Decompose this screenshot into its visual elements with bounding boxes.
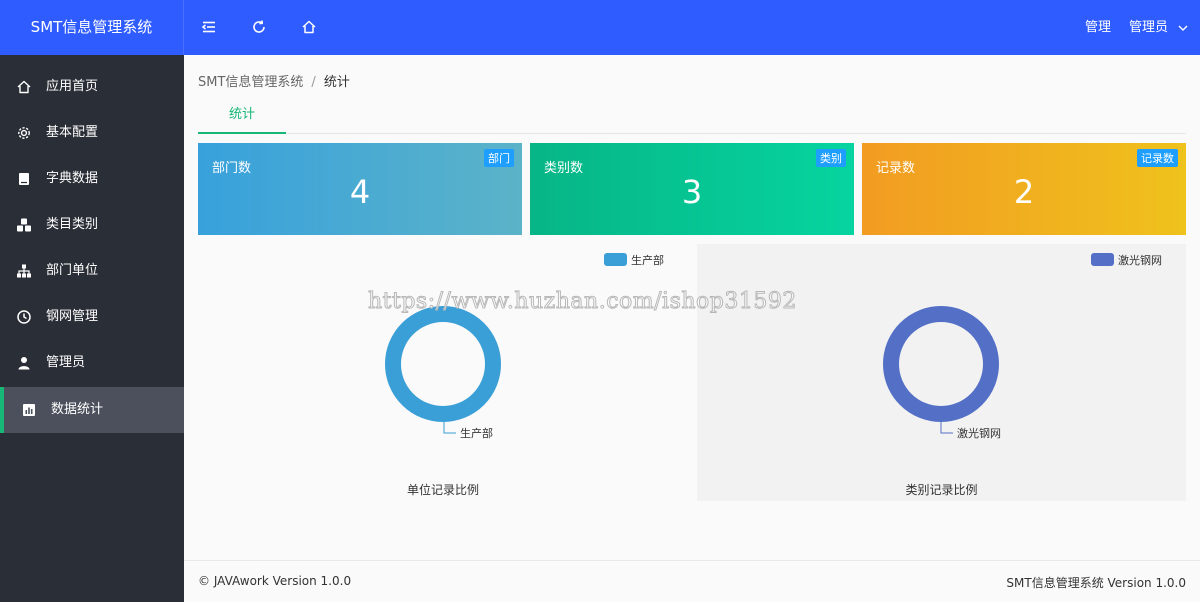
sidebar-item-label: 字典数据 (46, 171, 99, 186)
sidebar-item-dictionary[interactable]: 字典数据 (0, 156, 184, 202)
user-icon (18, 357, 30, 370)
footer: © JAVAwork Version 1.0.0 SMT信息管理系统 Versi… (184, 560, 1200, 602)
breadcrumb-current: 统计 (323, 75, 350, 90)
clock-icon (17, 310, 31, 324)
slice-label: 生产部 (460, 426, 493, 440)
sidebar-item-stencil[interactable]: 钢网管理 (0, 294, 184, 340)
stat-card-records: 记录数 记录数 2 (862, 143, 1186, 235)
footer-copyright: © JAVAwork Version 1.0.0 (198, 574, 352, 588)
user-menu[interactable]: 管理员 (1129, 0, 1188, 55)
user-name: 管理员 (1129, 20, 1169, 35)
donut-slice[interactable] (385, 306, 501, 422)
stat-card-value: 2 (1013, 173, 1035, 211)
footer-version: SMT信息管理系统 Version 1.0.0 (1006, 576, 1186, 590)
app-logo-title[interactable]: SMT信息管理系统 (0, 0, 184, 55)
menu-collapse-icon[interactable] (201, 19, 217, 35)
sidebar-item-label: 数据统计 (51, 402, 104, 417)
active-indicator (0, 387, 4, 433)
sidebar-item-label: 管理员 (46, 355, 86, 370)
tab-bar: 统计 (198, 99, 1186, 134)
sidebar-item-label: 类目类别 (46, 217, 99, 232)
breadcrumb-separator: / (311, 75, 316, 90)
stat-card-badge: 记录数 (1137, 149, 1178, 167)
sidebar-item-label: 应用首页 (46, 79, 99, 94)
stat-card-badge: 类别 (816, 149, 846, 167)
stat-card-badge: 部门 (484, 149, 514, 167)
cubes-icon (17, 218, 31, 232)
breadcrumb: SMT信息管理系统 / 统计 (198, 71, 350, 90)
breadcrumb-root[interactable]: SMT信息管理系统 (198, 75, 303, 90)
sidebar-item-admin[interactable]: 管理员 (0, 340, 184, 386)
sidebar-item-label: 部门单位 (46, 263, 99, 278)
donut-slice[interactable] (883, 306, 999, 422)
label-leader-line (443, 422, 456, 434)
donut-chart-svg: 激光钢网激光钢网 (883, 253, 1162, 440)
stat-card-value: 3 (681, 173, 703, 211)
refresh-icon[interactable] (251, 19, 267, 35)
book-icon (19, 173, 29, 185)
stat-card-value: 4 (349, 173, 371, 211)
sidebar-item-label: 基本配置 (46, 125, 99, 140)
bar-chart-icon (23, 404, 35, 416)
tab-statistics[interactable]: 统计 (198, 99, 286, 134)
top-header: SMT信息管理系统 管理 管理员 (0, 0, 1200, 55)
chevron-down-icon (1178, 25, 1188, 31)
category-record-donut-chart: 激光钢网 激光钢网 类别记录比例 (697, 244, 1186, 501)
home-icon (17, 80, 31, 94)
sidebar-item-label: 钢网管理 (46, 309, 99, 324)
sidebar: 应用首页 基本配置 字典数据 类目类别 部门单位 钢网管理 管理员 数据统计 (0, 55, 184, 602)
department-record-donut-chart: 生产部 生产部 单位记录比例 (198, 244, 688, 501)
legend-swatch[interactable] (604, 253, 627, 266)
legend-label[interactable]: 生产部 (631, 253, 664, 267)
slice-label: 激光钢网 (957, 426, 1001, 440)
stat-card-categories: 类别数 类别 3 (530, 143, 854, 235)
chart-title: 类别记录比例 (905, 483, 978, 497)
stat-card-departments: 部门数 部门 4 (198, 143, 522, 235)
legend-swatch[interactable] (1091, 253, 1114, 266)
sidebar-item-department[interactable]: 部门单位 (0, 248, 184, 294)
label-leader-line (940, 422, 953, 434)
legend-label[interactable]: 激光钢网 (1118, 253, 1162, 267)
org-chart-icon (17, 264, 31, 278)
home-icon[interactable] (301, 19, 317, 35)
manage-link[interactable]: 管理 (1085, 0, 1111, 55)
main-content: SMT信息管理系统 / 统计 统计 部门数 部门 4 类别数 类别 3 记录数 记录… (184, 55, 1200, 560)
sidebar-item-home[interactable]: 应用首页 (0, 64, 184, 110)
chart-title: 单位记录比例 (406, 483, 479, 497)
sidebar-item-statistics[interactable]: 数据统计 (0, 387, 184, 433)
donut-chart-svg: 生产部生产部 (385, 253, 664, 440)
sidebar-item-config[interactable]: 基本配置 (0, 110, 184, 156)
gear-icon (18, 127, 30, 139)
sidebar-item-category[interactable]: 类目类别 (0, 202, 184, 248)
